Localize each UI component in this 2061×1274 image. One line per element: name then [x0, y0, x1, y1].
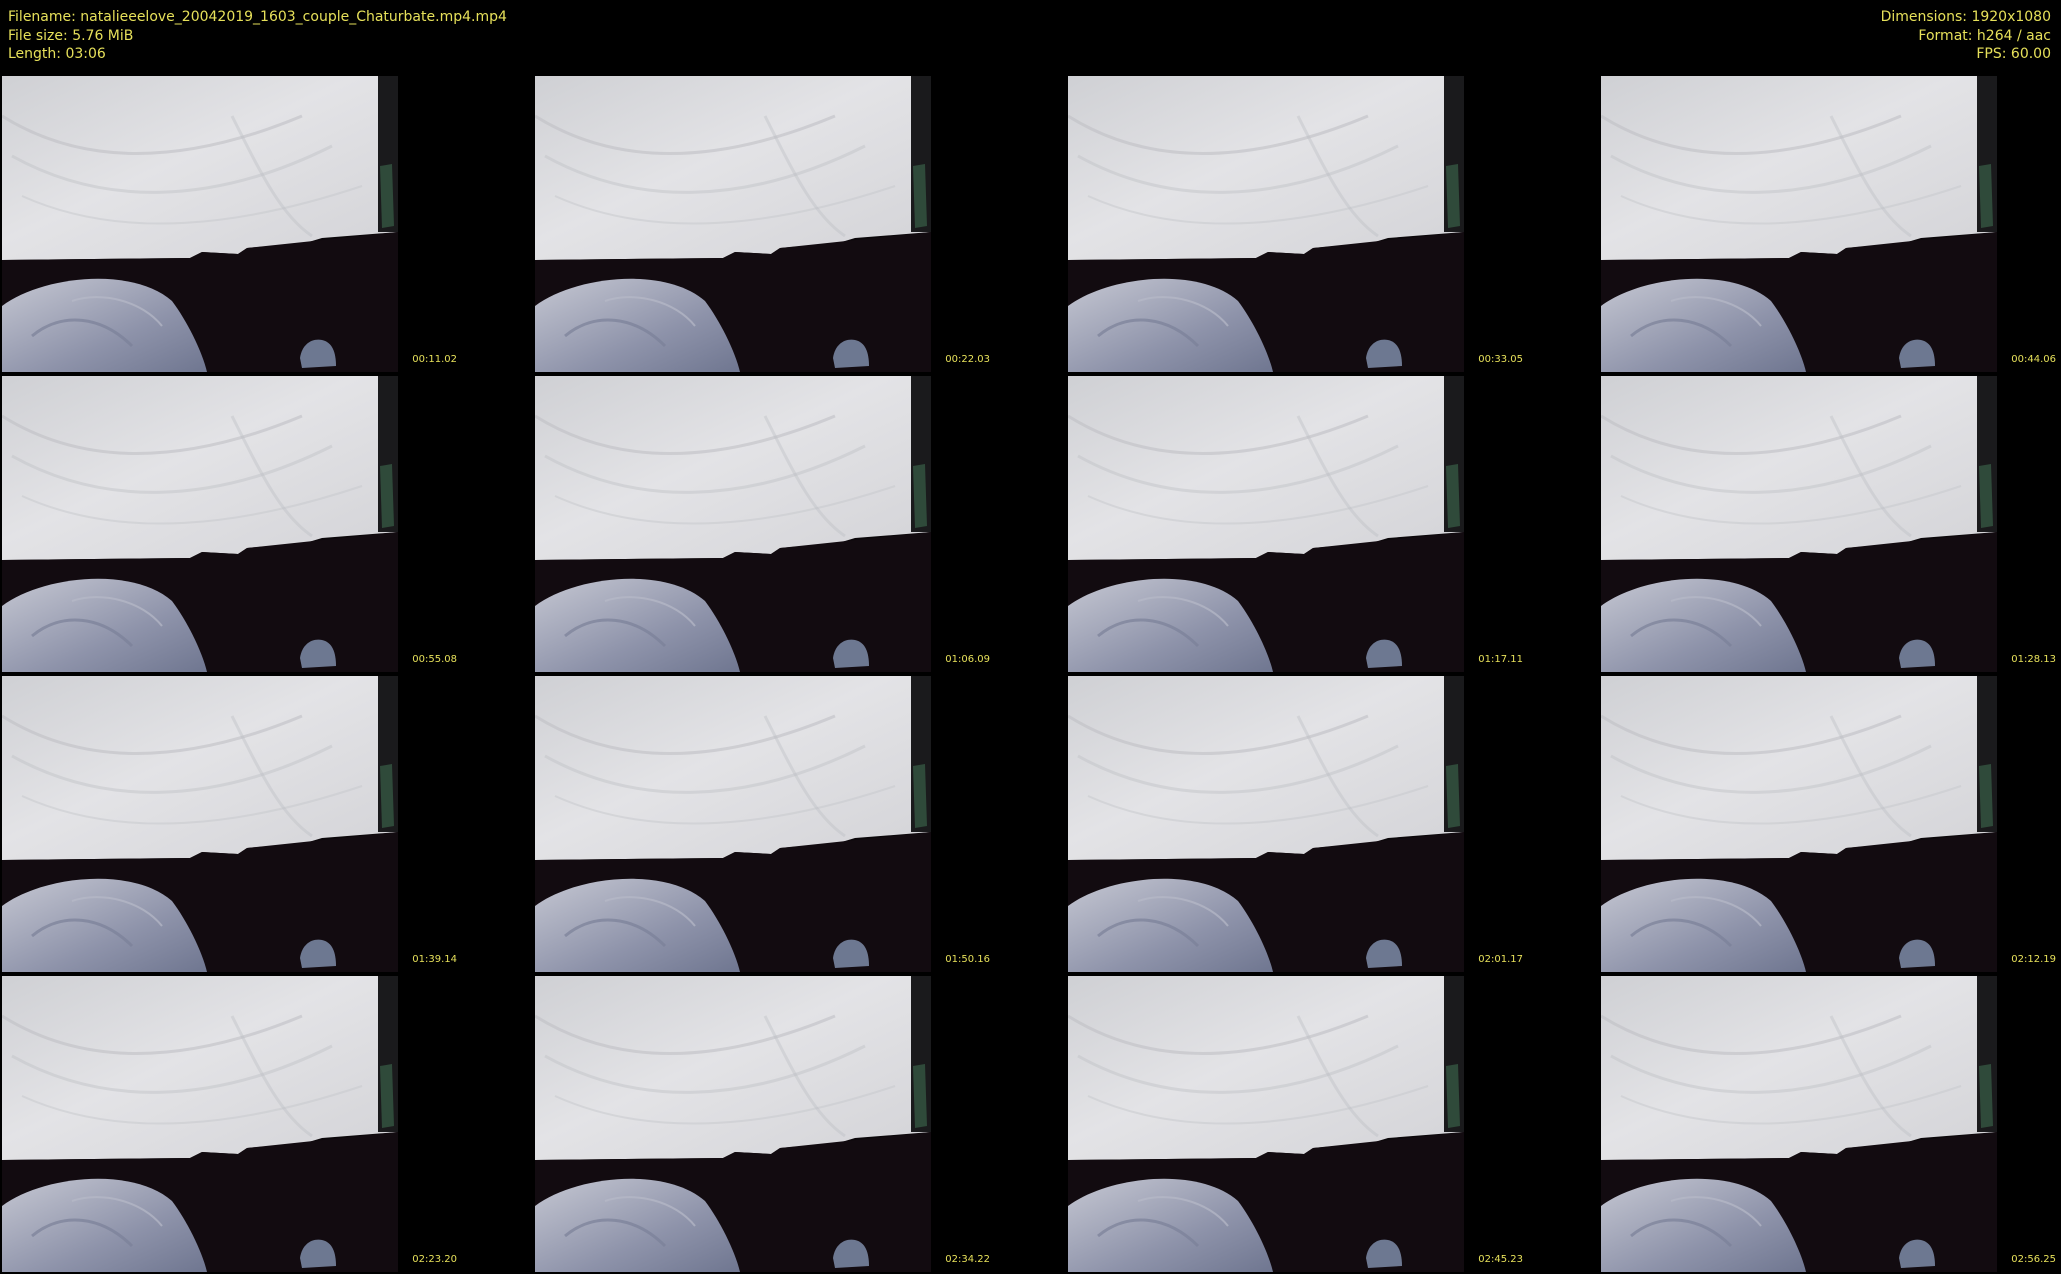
thumbnail-tile: 02:45.23 [1066, 975, 1533, 1273]
video-frame-image [1068, 976, 1464, 1272]
format-text: Format: h264 / aac [1918, 27, 2051, 44]
video-frame-image [1068, 76, 1464, 372]
video-frame-image [1068, 676, 1464, 972]
frame-margin [398, 675, 467, 973]
frame-timestamp: 00:11.02 [412, 354, 457, 365]
dimensions-text: Dimensions: 1920x1080 [1880, 9, 2051, 25]
video-frame-image [2, 376, 398, 672]
length-text: Length: 03:06 [8, 46, 106, 62]
frame-margin [1464, 675, 1533, 973]
video-frame-image [2, 676, 398, 972]
video-frame-image [2, 976, 398, 1272]
frame-timestamp: 01:39.14 [412, 954, 457, 965]
frame-margin [1997, 75, 2061, 373]
thumbnail-tile: 00:22.03 [533, 75, 1000, 373]
video-frame-image [1601, 76, 1997, 372]
filesize-text: File size: 5.76 MiB [8, 27, 134, 44]
frame-margin [931, 675, 1000, 973]
video-frame-image [1068, 376, 1464, 672]
video-frame-image [2, 76, 398, 372]
frame-timestamp: 01:17.11 [1478, 654, 1523, 665]
frame-timestamp: 00:33.05 [1478, 354, 1523, 365]
thumbnail-tile: 01:39.14 [0, 675, 467, 973]
video-frame-image [535, 676, 931, 972]
frame-margin [398, 975, 467, 1273]
frame-timestamp: 02:23.20 [412, 1254, 457, 1265]
frame-timestamp: 02:01.17 [1478, 954, 1523, 965]
thumbnail-tile: 01:06.09 [533, 375, 1000, 673]
frame-margin [931, 375, 1000, 673]
video-frame-image [1601, 376, 1997, 672]
thumbnail-tile: 01:50.16 [533, 675, 1000, 973]
video-info: Dimensions: 1920x1080 Format: h264 / aac… [1881, 8, 2051, 64]
frame-margin [1464, 375, 1533, 673]
frame-timestamp: 02:45.23 [1478, 1254, 1523, 1265]
thumbnail-tile: 00:11.02 [0, 75, 467, 373]
frame-timestamp: 02:12.19 [2011, 954, 2056, 965]
frame-timestamp: 01:28.13 [2011, 654, 2056, 665]
frame-margin [398, 75, 467, 373]
frame-margin [931, 975, 1000, 1273]
video-frame-image [1601, 976, 1997, 1272]
frame-timestamp: 00:55.08 [412, 654, 457, 665]
thumbnail-tile: 00:55.08 [0, 375, 467, 673]
frame-margin [398, 375, 467, 673]
video-frame-image [535, 976, 931, 1272]
thumbnail-tile: 00:33.05 [1066, 75, 1533, 373]
thumbnail-tile: 01:28.13 [1599, 375, 2061, 673]
thumbnail-tile: 02:01.17 [1066, 675, 1533, 973]
frame-margin [1997, 975, 2061, 1273]
video-frame-image [535, 76, 931, 372]
frame-timestamp: 00:44.06 [2011, 354, 2056, 365]
thumbnail-grid: 00:11.02 00:22.03 00:33.05 00:44.06 00:5… [0, 75, 2061, 1274]
frame-timestamp: 02:56.25 [2011, 1254, 2056, 1265]
frame-margin [1464, 975, 1533, 1273]
frame-margin [1997, 675, 2061, 973]
thumbnail-tile: 02:23.20 [0, 975, 467, 1273]
filename-text: Filename: natalieeelove_20042019_1603_co… [8, 9, 507, 25]
thumbnail-tile: 02:34.22 [533, 975, 1000, 1273]
frame-margin [931, 75, 1000, 373]
fps-text: FPS: 60.00 [1976, 46, 2051, 62]
frame-timestamp: 02:34.22 [945, 1254, 990, 1265]
frame-timestamp: 01:50.16 [945, 954, 990, 965]
file-info: Filename: natalieeelove_20042019_1603_co… [8, 8, 507, 64]
video-frame-image [535, 376, 931, 672]
frame-margin [1464, 75, 1533, 373]
thumbnail-tile: 00:44.06 [1599, 75, 2061, 373]
frame-margin [1997, 375, 2061, 673]
frame-timestamp: 01:06.09 [945, 654, 990, 665]
thumbnail-tile: 01:17.11 [1066, 375, 1533, 673]
thumbnail-tile: 02:12.19 [1599, 675, 2061, 973]
thumbnail-tile: 02:56.25 [1599, 975, 2061, 1273]
frame-timestamp: 00:22.03 [945, 354, 990, 365]
video-frame-image [1601, 676, 1997, 972]
